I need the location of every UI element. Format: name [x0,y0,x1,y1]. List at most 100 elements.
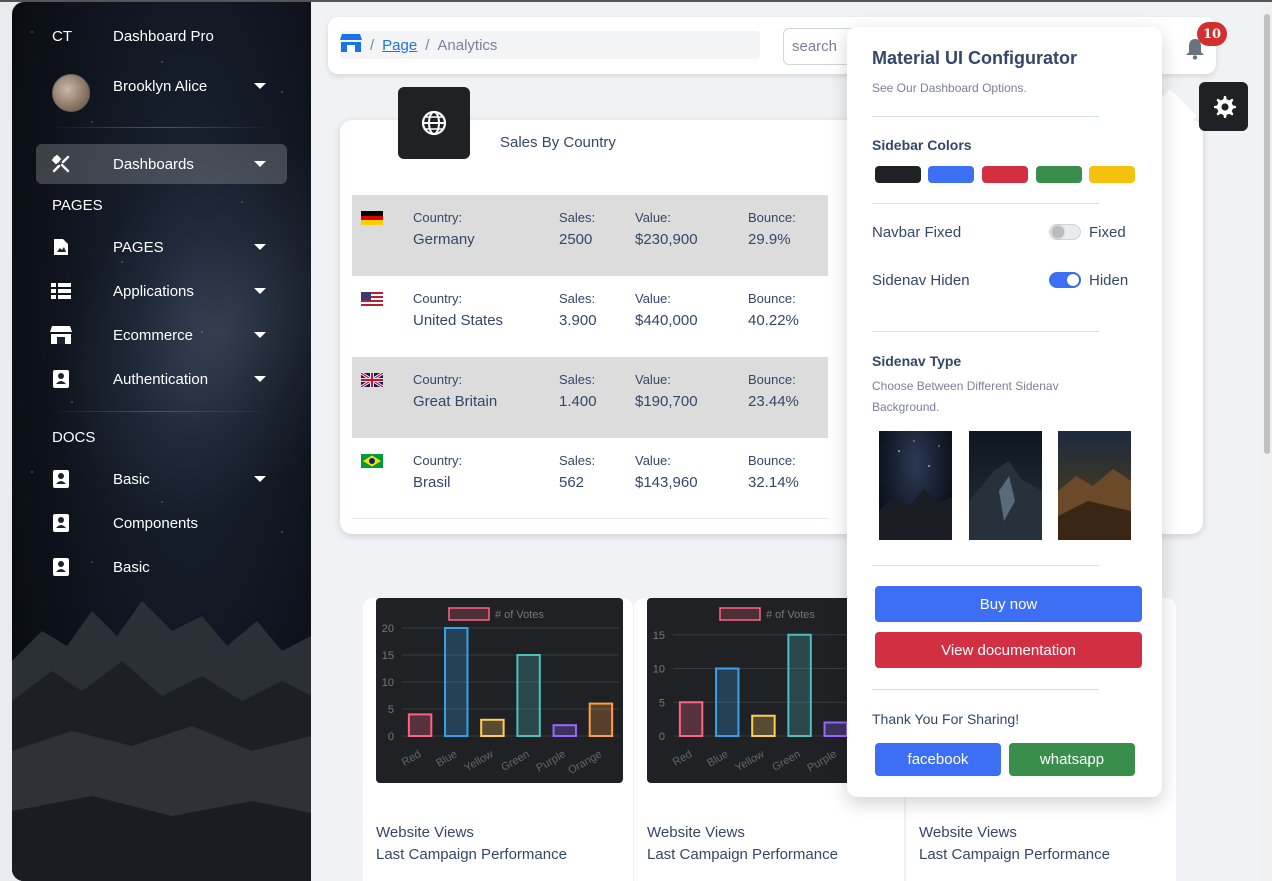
sidebar-mountains-background [12,601,311,881]
bar-red [678,701,704,737]
sidebar-item-basic-2[interactable]: Basic [12,547,311,587]
contact-card-icon [50,512,72,534]
swatch-dark[interactable] [875,166,921,183]
sales-value: 3.900 [559,312,597,329]
bounce-value: 32.14% [748,474,799,491]
y-tick-label: 20 [382,623,394,635]
chart-card-subtitle: Last Campaign Performance [376,846,567,863]
brand-name: Dashboard Pro [113,28,214,45]
sidebar-item-basic[interactable]: Basic [12,459,311,499]
value-label: Value: [635,372,671,387]
value-value: $190,700 [635,393,698,410]
sidenav-background-option-1[interactable] [879,431,952,540]
sidebar-item-ecommerce[interactable]: Ecommerce [12,315,311,355]
country-label: Country: [413,210,463,225]
sidebar-item-label: Basic [113,470,150,488]
bar-purple [823,721,848,737]
bounce-label: Bounce: [748,372,796,387]
flag-uk-icon [361,373,383,387]
x-tick-label: Green [499,748,531,774]
mountain-peak-image [969,461,1042,540]
x-tick-label: Blue [705,748,730,769]
view-documentation-button[interactable]: View documentation [875,632,1142,668]
country-value: United States [413,312,504,329]
country-value: Brasil [413,474,451,491]
configurator-title: Material UI Configurator [872,48,1078,68]
sidebar-item-applications[interactable]: Applications [12,271,311,311]
scrollbar-thumb[interactable] [1264,14,1270,454]
swatch-green[interactable] [1036,166,1082,183]
sidebar-item-components[interactable]: Components [12,503,311,543]
settings-button[interactable] [1199,82,1248,131]
chart-container: # of Votes 0 5 10 15 20 Red Blue Yellow Green Purp… [376,598,623,783]
sidebar-item-dashboards[interactable]: Dashboards [12,144,311,184]
page-scrollbar[interactable] [1262,4,1272,881]
value-label: Value: [635,453,671,468]
table-row: Country: Germany Sales: 2500 Value: $230… [352,195,828,276]
chart-card-subtitle: Last Campaign Performance [647,846,838,863]
value-label: Value: [635,210,671,225]
sidenav-type-description: Choose Between Different Sidenav [872,379,1059,393]
chevron-down-icon [254,332,266,338]
legend-swatch [448,607,490,621]
swatch-red[interactable] [982,166,1028,183]
breadcrumb-link-page[interactable]: Page [382,37,417,54]
chart-card-subtitle: Last Campaign Performance [919,846,1110,863]
country-label: Country: [413,372,463,387]
sidebar-colors-heading: Sidebar Colors [872,137,972,153]
gear-icon [1213,95,1236,118]
sidebar-user-menu[interactable]: Brooklyn Alice [12,66,311,106]
bounce-label: Bounce: [748,453,796,468]
bar-blue [715,667,740,737]
bar-green [516,654,541,737]
navbar-fixed-toggle[interactable] [1049,224,1081,240]
y-tick-label: 5 [659,697,665,709]
sidebar-brand[interactable]: CT Dashboard Pro [52,28,214,45]
sidenav-background-option-3[interactable] [1058,431,1131,540]
breadcrumb-separator: / [425,36,430,54]
sales-label: Sales: [559,291,596,306]
bar-yellow [480,718,505,738]
bar-purple [552,724,577,737]
chevron-down-icon [254,288,266,294]
sidebar-item-label: Applications [113,282,194,300]
sidebar-item-label: PAGES [113,238,164,256]
country-value: Great Britain [413,393,498,410]
card-title: Sales By Country [500,134,616,151]
country-value: Germany [413,231,475,248]
configurator-subtitle: See Our Dashboard Options. [872,81,1027,95]
sidebar-item-pages[interactable]: PAGES [12,227,311,267]
breadcrumb-separator: / [370,36,375,54]
sidenav-hidden-toggle[interactable] [1049,272,1081,288]
legend-swatch [719,607,761,621]
bounce-value: 23.44% [748,393,799,410]
divider [872,116,1099,117]
thanks-text: Thank You For Sharing! [872,711,1020,727]
swatch-yellow[interactable] [1089,166,1135,183]
tools-icon [50,153,72,175]
y-tick-label: 0 [659,731,665,743]
sales-label: Sales: [559,453,596,468]
x-tick-label: Yellow [462,748,495,774]
chart-card-title: Website Views [376,824,474,841]
legend-label: # of Votes [495,609,544,621]
sidenav-background-option-2[interactable] [969,431,1042,540]
y-tick-label: 5 [388,704,394,716]
bounce-label: Bounce: [748,210,796,225]
buy-now-button[interactable]: Buy now [875,586,1142,622]
whatsapp-share-button[interactable]: whatsapp [1009,743,1135,776]
x-tick-label: Blue [434,748,459,769]
bar-yellow [751,714,776,737]
bar-orange [588,702,614,737]
facebook-share-button[interactable]: facebook [875,743,1001,776]
value-value: $143,960 [635,474,698,491]
swatch-blue[interactable] [928,166,974,183]
value-value: $440,000 [635,312,698,329]
chevron-down-icon [254,161,266,167]
sidebar-item-authentication[interactable]: Authentication [12,359,311,399]
sidebar-item-label: Basic [113,558,150,576]
flag-germany-icon [361,211,383,225]
table-row: Country: Great Britain Sales: 1.400 Valu… [352,357,828,438]
store-icon[interactable] [340,34,362,56]
sidebar-item-label: Authentication [113,370,209,388]
